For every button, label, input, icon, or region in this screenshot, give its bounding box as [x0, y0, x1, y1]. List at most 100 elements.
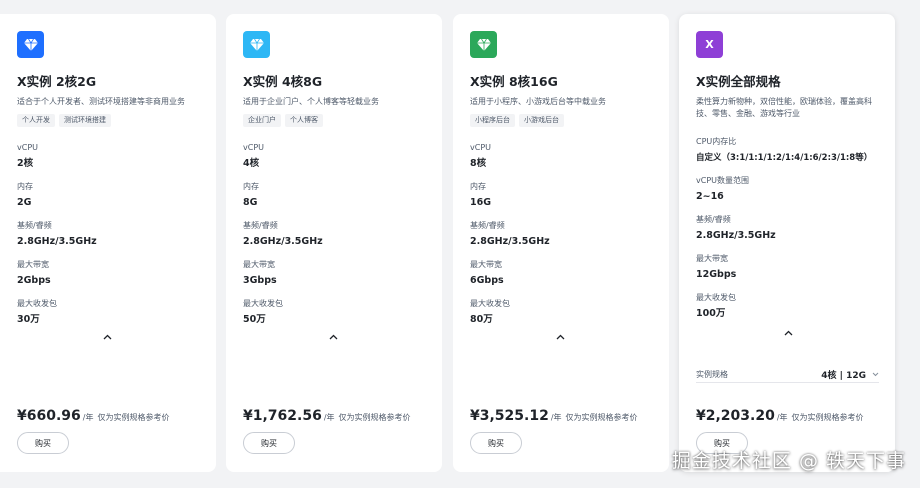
spec-vcpu: vCPU 4核 — [243, 142, 323, 181]
price-note: 仅为实例规格参考价 — [97, 413, 170, 422]
spec-label: vCPU数量范围 — [696, 176, 749, 185]
collapse-toggle[interactable] — [781, 328, 795, 338]
buy-button[interactable]: 购买 — [243, 432, 295, 454]
spec-label: 最大收发包 — [243, 299, 283, 308]
x-letter-icon: X — [705, 38, 714, 51]
spec-label: 最大收发包 — [470, 299, 510, 308]
spec-packets: 最大收发包 100万 — [696, 292, 872, 331]
spec-bandwidth: 最大带宽 2Gbps — [17, 259, 97, 298]
price-unit: /年 — [323, 413, 335, 422]
price-note: 仅为实例规格参考价 — [791, 413, 864, 422]
spec-label: 最大带宽 — [17, 260, 49, 269]
instance-spec-dropdown[interactable]: 4核 | 12G — [821, 368, 879, 381]
spec-value: 自定义（3:1/1:1/1:2/1:4/1:6/2:3/1:8等） — [696, 153, 873, 163]
price: ¥2,203.20 — [696, 408, 775, 424]
collapse-toggle[interactable] — [100, 332, 114, 342]
spec-frequency: 基频/睿频 2.8GHz/3.5GHz — [17, 220, 97, 259]
spec-vcpu: vCPU 2核 — [17, 142, 97, 181]
spec-vcpu-range: vCPU数量范围 2~16 — [696, 175, 872, 214]
spec-bandwidth: 最大带宽 3Gbps — [243, 259, 323, 298]
spec-value: 6Gbps — [470, 275, 504, 286]
spec-value: 100万 — [696, 308, 726, 319]
instance-spec-select[interactable]: 实例规格 4核 | 12G — [696, 366, 879, 383]
spec-label: vCPU — [470, 143, 491, 152]
spec-value: 2.8GHz/3.5GHz — [17, 236, 97, 247]
spec-memory: 内存 16G — [470, 181, 550, 220]
chevron-up-icon — [556, 334, 564, 340]
collapse-toggle[interactable] — [326, 332, 340, 342]
spec-value: 2.8GHz/3.5GHz — [243, 236, 323, 247]
spec-label: vCPU — [243, 143, 264, 152]
spec-label: 内存 — [17, 182, 33, 191]
spec-value: 80万 — [470, 314, 493, 325]
spec-frequency: 基频/睿频 2.8GHz/3.5GHz — [470, 220, 550, 259]
spec-value: 2G — [17, 197, 32, 208]
product-logo — [243, 31, 270, 58]
spec-label: CPU内存比 — [696, 137, 737, 146]
spec-label: 内存 — [243, 182, 259, 191]
card-description: 柔性算力新物种，双倍性能，欧瑞体验，覆盖高科 技、零售、金融、游戏等行业 — [696, 96, 879, 120]
product-logo — [17, 31, 44, 58]
chevron-up-icon — [103, 334, 111, 340]
spec-label: 内存 — [470, 182, 486, 191]
spec-label: 基频/睿频 — [17, 221, 52, 230]
spec-cpu-memory-ratio: CPU内存比自定义（3:1/1:1/1:2/1:4/1:6/2:3/1:8等） — [696, 136, 872, 175]
spec-frequency: 基频/睿频 2.8GHz/3.5GHz — [696, 214, 872, 253]
buy-button[interactable]: 购买 — [17, 432, 69, 454]
spec-value: 2核 — [17, 158, 34, 169]
chevron-up-icon — [329, 334, 337, 340]
tag: 小程序后台 — [470, 114, 515, 127]
tag-list: 小程序后台 小游戏后台 — [470, 114, 653, 128]
pricing-card-8c16g: X实例 8核16G 适用于小程序、小游戏后台等中载业务 小程序后台 小游戏后台 … — [453, 14, 669, 472]
spec-value: 16G — [470, 197, 492, 208]
instance-spec-label: 实例规格 — [696, 369, 728, 379]
price-unit: /年 — [550, 413, 562, 422]
card-title: X实例 4核8G — [243, 74, 323, 89]
card-title: X实例 2核2G — [17, 74, 97, 89]
spec-packets: 最大收发包 80万 — [470, 298, 550, 337]
price-note: 仅为实例规格参考价 — [565, 413, 638, 422]
spec-value: 50万 — [243, 314, 266, 325]
spec-memory: 内存 2G — [17, 181, 97, 220]
tag: 小游戏后台 — [519, 114, 564, 127]
spec-value: 2Gbps — [17, 275, 51, 286]
tag-list: 企业门户 个人博客 — [243, 114, 426, 128]
pricing-card-all-specs: X X实例全部规格 柔性算力新物种，双倍性能，欧瑞体验，覆盖高科 技、零售、金融… — [679, 14, 895, 472]
diamond-icon — [23, 38, 38, 51]
card-description-line: 技、零售、金融、游戏等行业 — [696, 109, 800, 118]
spec-bandwidth: 最大带宽 6Gbps — [470, 259, 550, 298]
chevron-up-icon — [784, 330, 792, 336]
card-title: X实例 8核16G — [470, 74, 558, 89]
spec-value: 8G — [243, 197, 258, 208]
price-unit: /年 — [776, 413, 788, 422]
tag: 测试环境搭建 — [59, 114, 111, 127]
collapse-toggle[interactable] — [553, 332, 567, 342]
spec-value: 4核 — [243, 158, 260, 169]
spec-label: 最大带宽 — [243, 260, 275, 269]
buy-button[interactable]: 购买 — [470, 432, 522, 454]
spec-list: vCPU 4核 内存 8G 基频/睿频 2.8GHz/3.5GHz 最大带宽 3Gbps… — [243, 142, 323, 337]
spec-label: 最大收发包 — [17, 299, 57, 308]
diamond-icon — [249, 38, 264, 51]
spec-value: 2~16 — [696, 191, 724, 202]
price: ¥660.96 — [17, 408, 81, 424]
product-logo — [470, 31, 497, 58]
spec-bandwidth: 最大带宽 12Gbps — [696, 253, 872, 292]
pricing-card-4c8g: X实例 4核8G 适用于企业门户、个人博客等轻载业务 企业门户 个人博客 vCP… — [226, 14, 442, 472]
spec-label: 最大带宽 — [696, 254, 728, 263]
instance-spec-value: 4核 | 12G — [821, 370, 866, 381]
tag: 企业门户 — [243, 114, 281, 127]
spec-label: 最大带宽 — [470, 260, 502, 269]
product-logo: X — [696, 31, 723, 58]
price-note: 仅为实例规格参考价 — [338, 413, 411, 422]
pricing-card-2c2g: X实例 2核2G 适合于个人开发者、测试环境搭建等非商用业务 个人开发 测试环境… — [0, 14, 216, 472]
spec-label: 基频/睿频 — [470, 221, 505, 230]
price-row: ¥660.96 /年 仅为实例规格参考价 — [17, 408, 169, 424]
spec-list: vCPU 8核 内存 16G 基频/睿频 2.8GHz/3.5GHz 最大带宽 6Gbp… — [470, 142, 550, 337]
price: ¥1,762.56 — [243, 408, 322, 424]
price-row: ¥3,525.12 /年 仅为实例规格参考价 — [470, 408, 638, 424]
card-description: 适用于小程序、小游戏后台等中载业务 — [470, 97, 606, 106]
spec-value: 30万 — [17, 314, 40, 325]
spec-label: 最大收发包 — [696, 293, 736, 302]
spec-label: 基频/睿频 — [243, 221, 278, 230]
